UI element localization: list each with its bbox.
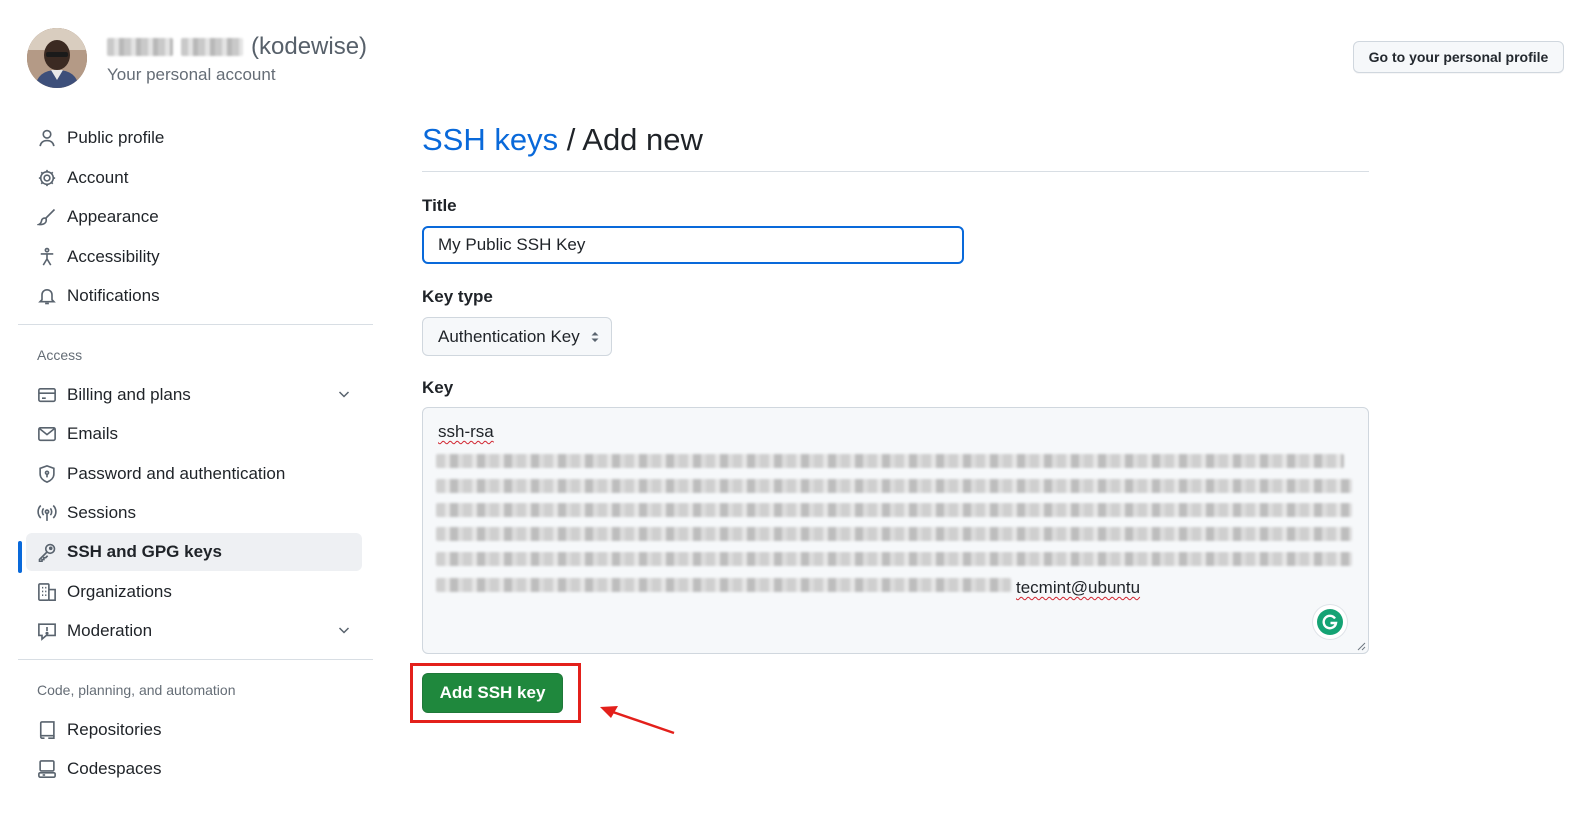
sidebar-item-label: SSH and GPG keys bbox=[67, 542, 222, 561]
sidebar-item-label: Moderation bbox=[67, 621, 153, 640]
key-icon bbox=[37, 542, 57, 562]
accessibility-icon bbox=[37, 247, 57, 267]
sidebar-group-access: Access bbox=[37, 347, 83, 363]
sidebar-item-emails[interactable]: Emails bbox=[26, 415, 362, 453]
shield-lock-icon bbox=[37, 464, 57, 484]
breadcrumb-current: Add new bbox=[582, 122, 703, 157]
sidebar-item-moderation[interactable]: Moderation bbox=[26, 612, 362, 650]
person-icon bbox=[37, 128, 57, 148]
username: (kodewise) bbox=[251, 33, 368, 60]
redacted-key-line bbox=[436, 527, 1352, 541]
sidebar-group-code: Code, planning, and automation bbox=[37, 682, 236, 698]
key-comment: tecmint@ubuntu bbox=[1016, 578, 1141, 597]
breadcrumb-ssh-keys-link[interactable]: SSH keys bbox=[422, 122, 558, 157]
redacted-key-line bbox=[436, 578, 1011, 592]
key-textarea[interactable]: ssh-rsa tecmint@ubuntu bbox=[422, 407, 1369, 654]
redacted-name bbox=[107, 38, 173, 56]
mail-icon bbox=[37, 424, 57, 444]
key-prefix: ssh-rsa bbox=[438, 422, 494, 441]
redacted-key-line bbox=[436, 503, 1352, 517]
sidebar-item-notifications[interactable]: Notifications bbox=[26, 277, 362, 315]
sidebar-item-public-profile[interactable]: Public profile bbox=[26, 119, 362, 157]
redacted-key-line bbox=[436, 552, 1352, 566]
sidebar-item-label: Accessibility bbox=[67, 247, 160, 266]
title-input[interactable] bbox=[422, 226, 964, 264]
grammarly-icon[interactable] bbox=[1313, 605, 1347, 639]
sidebar-item-account[interactable]: Account bbox=[26, 159, 362, 197]
credit-card-icon bbox=[37, 385, 57, 405]
sidebar-item-label: Sessions bbox=[67, 503, 136, 522]
account-name: (kodewise) bbox=[107, 33, 367, 61]
sidebar-item-codespaces[interactable]: Codespaces bbox=[26, 750, 362, 788]
select-caret-icon bbox=[591, 332, 599, 342]
sidebar-item-label: Public profile bbox=[67, 128, 165, 147]
key-type-label: Key type bbox=[422, 287, 493, 306]
add-ssh-key-button[interactable]: Add SSH key bbox=[422, 673, 563, 713]
sidebar-item-ssh-gpg-keys[interactable]: SSH and GPG keys bbox=[26, 533, 362, 571]
sidebar-item-organizations[interactable]: Organizations bbox=[26, 573, 362, 611]
title-label: Title bbox=[422, 196, 457, 215]
key-type-select[interactable]: Authentication Key bbox=[422, 317, 612, 356]
chevron-down-icon[interactable] bbox=[336, 622, 352, 638]
sidebar-item-repositories[interactable]: Repositories bbox=[26, 711, 362, 749]
redacted-key-line bbox=[436, 454, 1344, 468]
account-subtitle: Your personal account bbox=[107, 65, 276, 84]
bell-icon bbox=[37, 286, 57, 306]
gear-icon bbox=[37, 168, 57, 188]
go-to-profile-button[interactable]: Go to your personal profile bbox=[1353, 41, 1564, 73]
sidebar-item-label: Repositories bbox=[67, 720, 162, 739]
annotation-arrow-icon bbox=[600, 706, 675, 735]
sidebar-item-label: Notifications bbox=[67, 286, 160, 305]
sidebar-item-label: Codespaces bbox=[67, 759, 162, 778]
sidebar-item-sessions[interactable]: Sessions bbox=[26, 494, 362, 532]
paintbrush-icon bbox=[37, 207, 57, 227]
sidebar-divider bbox=[18, 324, 373, 325]
active-indicator bbox=[18, 541, 22, 573]
sidebar-item-billing[interactable]: Billing and plans bbox=[26, 376, 362, 414]
breadcrumb-separator: / bbox=[566, 122, 576, 157]
sidebar-item-label: Emails bbox=[67, 424, 119, 443]
sidebar-item-label: Billing and plans bbox=[67, 385, 191, 404]
key-type-value: Authentication Key bbox=[438, 326, 580, 346]
sidebar-item-appearance[interactable]: Appearance bbox=[26, 198, 362, 236]
avatar[interactable] bbox=[27, 28, 87, 88]
sidebar-item-label: Account bbox=[67, 168, 129, 187]
sidebar-item-accessibility[interactable]: Accessibility bbox=[26, 238, 362, 276]
sidebar-item-label: Password and authentication bbox=[67, 464, 286, 483]
page-title: SSH keys / Add new bbox=[422, 122, 703, 158]
report-icon bbox=[37, 621, 57, 641]
sidebar-item-password-auth[interactable]: Password and authentication bbox=[26, 455, 362, 493]
codespaces-icon bbox=[37, 759, 57, 779]
sidebar-divider bbox=[18, 659, 373, 660]
chevron-down-icon[interactable] bbox=[336, 386, 352, 402]
resize-handle-icon[interactable] bbox=[1356, 641, 1366, 651]
broadcast-icon bbox=[37, 503, 57, 523]
key-label: Key bbox=[422, 378, 454, 397]
sidebar-item-label: Organizations bbox=[67, 582, 172, 601]
title-divider bbox=[422, 171, 1369, 172]
repo-icon bbox=[37, 720, 57, 740]
sidebar-item-label: Appearance bbox=[67, 207, 159, 226]
redacted-key-line bbox=[436, 479, 1352, 493]
organization-icon bbox=[37, 582, 57, 602]
redacted-surname bbox=[181, 38, 243, 56]
